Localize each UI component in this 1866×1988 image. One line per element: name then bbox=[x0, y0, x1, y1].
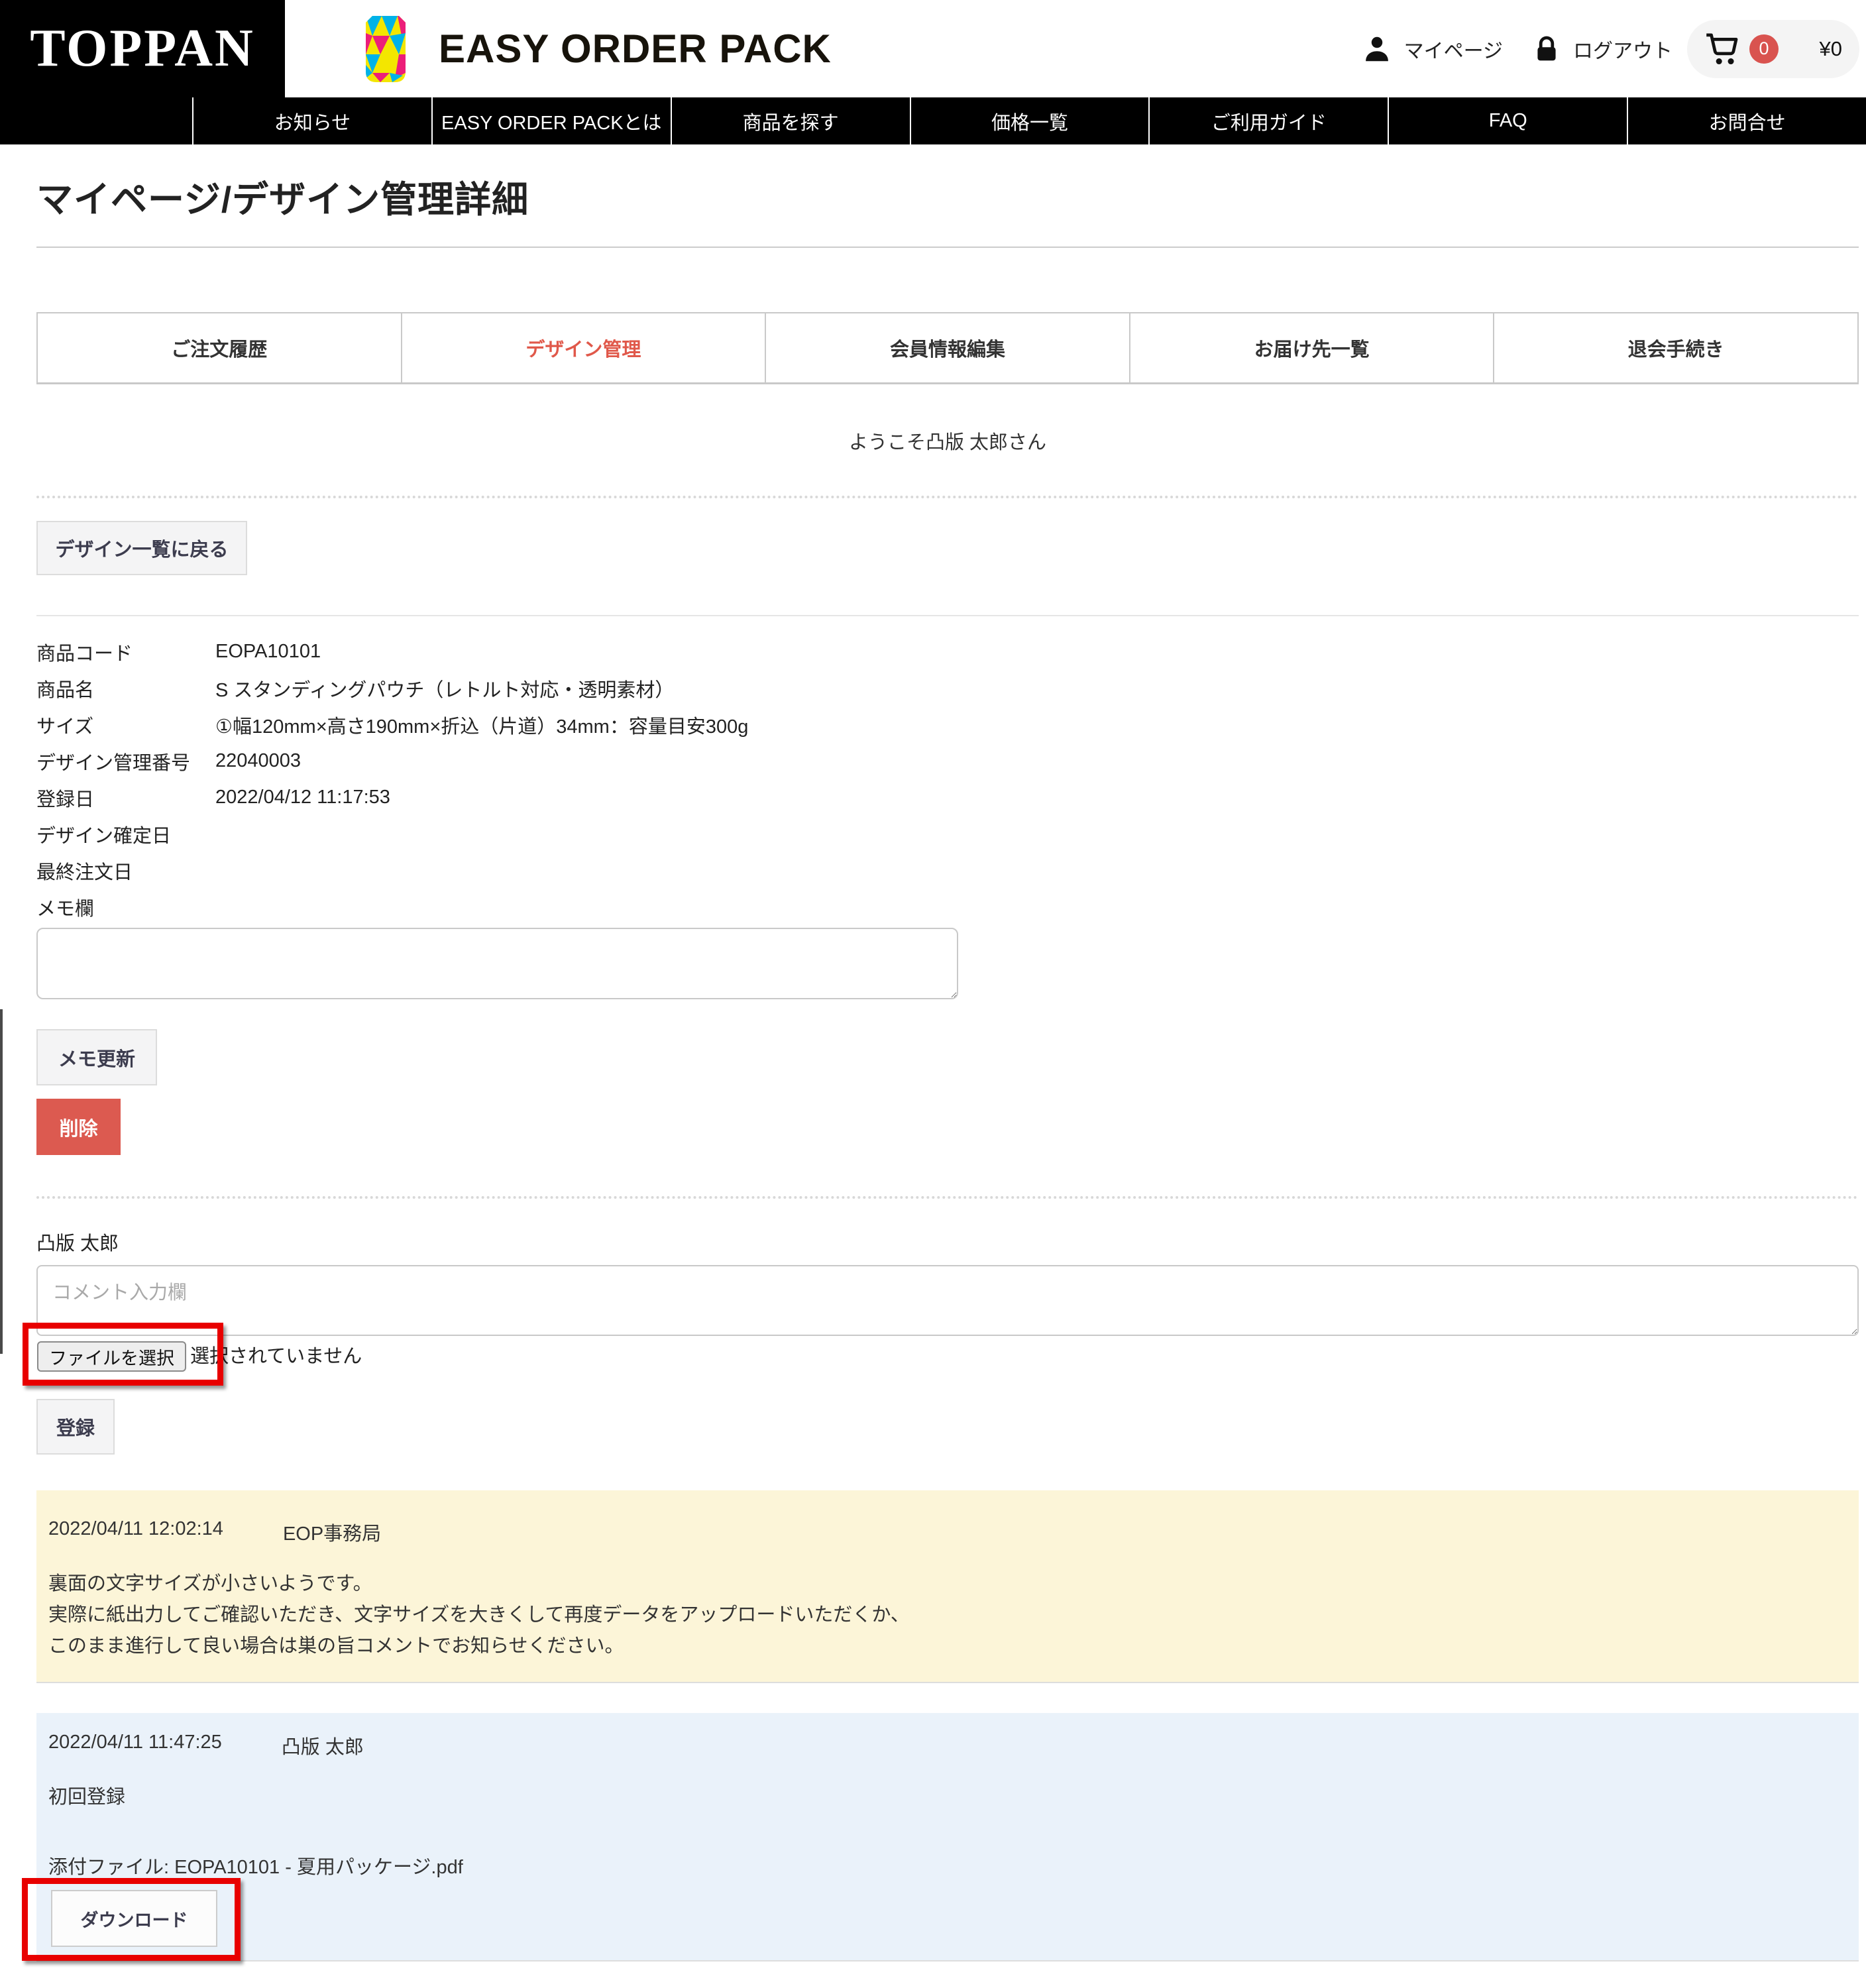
nav-item-prices[interactable]: 価格一覧 bbox=[909, 97, 1149, 144]
lock-icon bbox=[1537, 36, 1556, 60]
divider bbox=[36, 247, 1859, 248]
detail-row-design-number: デザイン管理番号 22040003 bbox=[36, 750, 302, 774]
detail-row-product-name: 商品名 S スタンディングパウチ（レトルト対応・透明素材） bbox=[36, 679, 675, 701]
comment-body: 裏面の文字サイズが小さいようです。 実際に紙出力してご確認いただき、文字サイズを… bbox=[48, 1573, 910, 1657]
toppan-logo[interactable]: TOPPAN bbox=[0, 0, 285, 97]
nav-item-products[interactable]: 商品を探す bbox=[670, 97, 910, 144]
file-select-button[interactable]: ファイルを選択 bbox=[37, 1341, 186, 1372]
page: TOPPAN EASY ORDER PACK マイページ ログアウト 0 ¥0 … bbox=[0, 0, 1866, 1988]
delete-button[interactable]: 削除 bbox=[36, 1099, 121, 1155]
comment-card-user: 2022/04/11 11:47:25 凸版 太郎 初回登録 添付ファイル: E… bbox=[22, 1713, 1859, 1961]
tab-member-info[interactable]: 会員情報編集 bbox=[765, 313, 1129, 382]
download-button[interactable]: ダウンロード bbox=[51, 1890, 217, 1947]
user-icon bbox=[1365, 36, 1388, 61]
back-to-design-list-button[interactable]: デザイン一覧に戻る bbox=[36, 521, 247, 575]
comment-datetime: 2022/04/11 11:47:25 bbox=[48, 1732, 222, 1753]
comment-body: 初回登録 bbox=[48, 1787, 126, 1808]
main-nav: お知らせ EASY ORDER PACKとは 商品を探す 価格一覧 ご利用ガイド… bbox=[0, 97, 1866, 144]
detail-row-registered-date: 登録日 2022/04/12 11:17:53 bbox=[36, 787, 390, 810]
tab-delivery-list[interactable]: お届け先一覧 bbox=[1128, 313, 1494, 382]
divider bbox=[36, 615, 1859, 616]
cart-count-badge: 0 bbox=[1749, 34, 1779, 64]
easy-order-pack-logo-text: EASY ORDER PACK bbox=[439, 27, 832, 71]
detail-row-product-code: 商品コード EOPA10101 bbox=[36, 641, 321, 665]
main-content: マイページ/デザイン管理詳細 ご注文履歴 デザイン管理 会員情報編集 お届け先一… bbox=[22, 170, 1859, 1961]
comment-datetime: 2022/04/11 12:02:14 bbox=[48, 1518, 223, 1539]
tab-withdrawal[interactable]: 退会手続き bbox=[1493, 313, 1857, 382]
nav-item-faq[interactable]: FAQ bbox=[1388, 97, 1627, 144]
toppan-logo-text: TOPPAN bbox=[30, 19, 255, 78]
comment-card-eop: 2022/04/11 12:02:14 EOP事務局 裏面の文字サイズが小さいよ… bbox=[36, 1490, 1859, 1683]
pouch-logo-icon bbox=[366, 15, 406, 82]
detail-row-design-fixed-date: デザイン確定日 bbox=[36, 825, 172, 847]
mypage-link[interactable]: マイページ bbox=[1362, 32, 1503, 66]
file-select-status: 選択されていません bbox=[190, 1346, 362, 1367]
left-edge-artifact-line bbox=[0, 1009, 3, 1354]
detail-row-last-order-date: 最終注文日 bbox=[36, 861, 133, 883]
register-button[interactable]: 登録 bbox=[36, 1399, 115, 1455]
welcome-message: ようこそ凸版 太郎さん bbox=[848, 432, 1047, 453]
nav-item-about[interactable]: EASY ORDER PACKとは bbox=[431, 97, 671, 144]
nav-item-guide[interactable]: ご利用ガイド bbox=[1148, 97, 1388, 144]
comment-author: 凸版 太郎 bbox=[281, 1737, 364, 1758]
commenter-name: 凸版 太郎 bbox=[36, 1233, 119, 1254]
comment-textarea[interactable] bbox=[36, 1265, 1859, 1336]
tab-order-history[interactable]: ご注文履歴 bbox=[38, 313, 401, 382]
page-title: マイページ/デザイン管理詳細 bbox=[36, 179, 529, 220]
memo-update-button[interactable]: メモ更新 bbox=[36, 1029, 157, 1085]
download-wrap: ダウンロード bbox=[22, 1878, 241, 1961]
header-links: マイページ ログアウト 0 ¥0 bbox=[1333, 0, 1859, 97]
divider-dotted bbox=[36, 496, 1859, 498]
comment-card-header: 2022/04/11 12:02:14 EOP事務局 bbox=[48, 1518, 1839, 1546]
header: TOPPAN EASY ORDER PACK マイページ ログアウト 0 ¥0 bbox=[0, 0, 1866, 97]
file-upload-row: ファイルを選択 選択されていません bbox=[23, 1323, 1859, 1399]
detail-row-memo: メモ欄 bbox=[36, 898, 95, 920]
design-details: 商品コード EOPA10101 商品名 S スタンディングパウチ（レトルト対応・… bbox=[36, 634, 1859, 925]
comment-author: EOP事務局 bbox=[282, 1523, 382, 1545]
cart-button[interactable]: 0 ¥0 bbox=[1687, 19, 1859, 78]
attachment-filename: 添付ファイル: EOPA10101 - 夏用パッケージ.pdf bbox=[48, 1857, 463, 1878]
mypage-tabs: ご注文履歴 デザイン管理 会員情報編集 お届け先一覧 退会手続き bbox=[36, 312, 1859, 384]
easy-order-pack-logo[interactable]: EASY ORDER PACK bbox=[353, 15, 832, 83]
logout-label: ログアウト bbox=[1573, 40, 1673, 62]
cart-total: ¥0 bbox=[1819, 36, 1842, 60]
memo-textarea[interactable] bbox=[36, 928, 958, 999]
nav-item-news[interactable]: お知らせ bbox=[192, 97, 431, 144]
comment-card-header: 2022/04/11 11:47:25 凸版 太郎 bbox=[48, 1732, 1839, 1759]
detail-row-size: サイズ ①幅120mm×高さ190mm×折込（片道）34mm：容量目安300g bbox=[36, 716, 749, 738]
logout-link[interactable]: ログアウト bbox=[1532, 33, 1673, 65]
mypage-label: マイページ bbox=[1403, 40, 1503, 62]
tab-design-management[interactable]: デザイン管理 bbox=[400, 313, 765, 382]
nav-item-contact[interactable]: お問合せ bbox=[1627, 97, 1866, 144]
cart-icon bbox=[1706, 33, 1738, 64]
divider-dotted bbox=[36, 1196, 1859, 1199]
